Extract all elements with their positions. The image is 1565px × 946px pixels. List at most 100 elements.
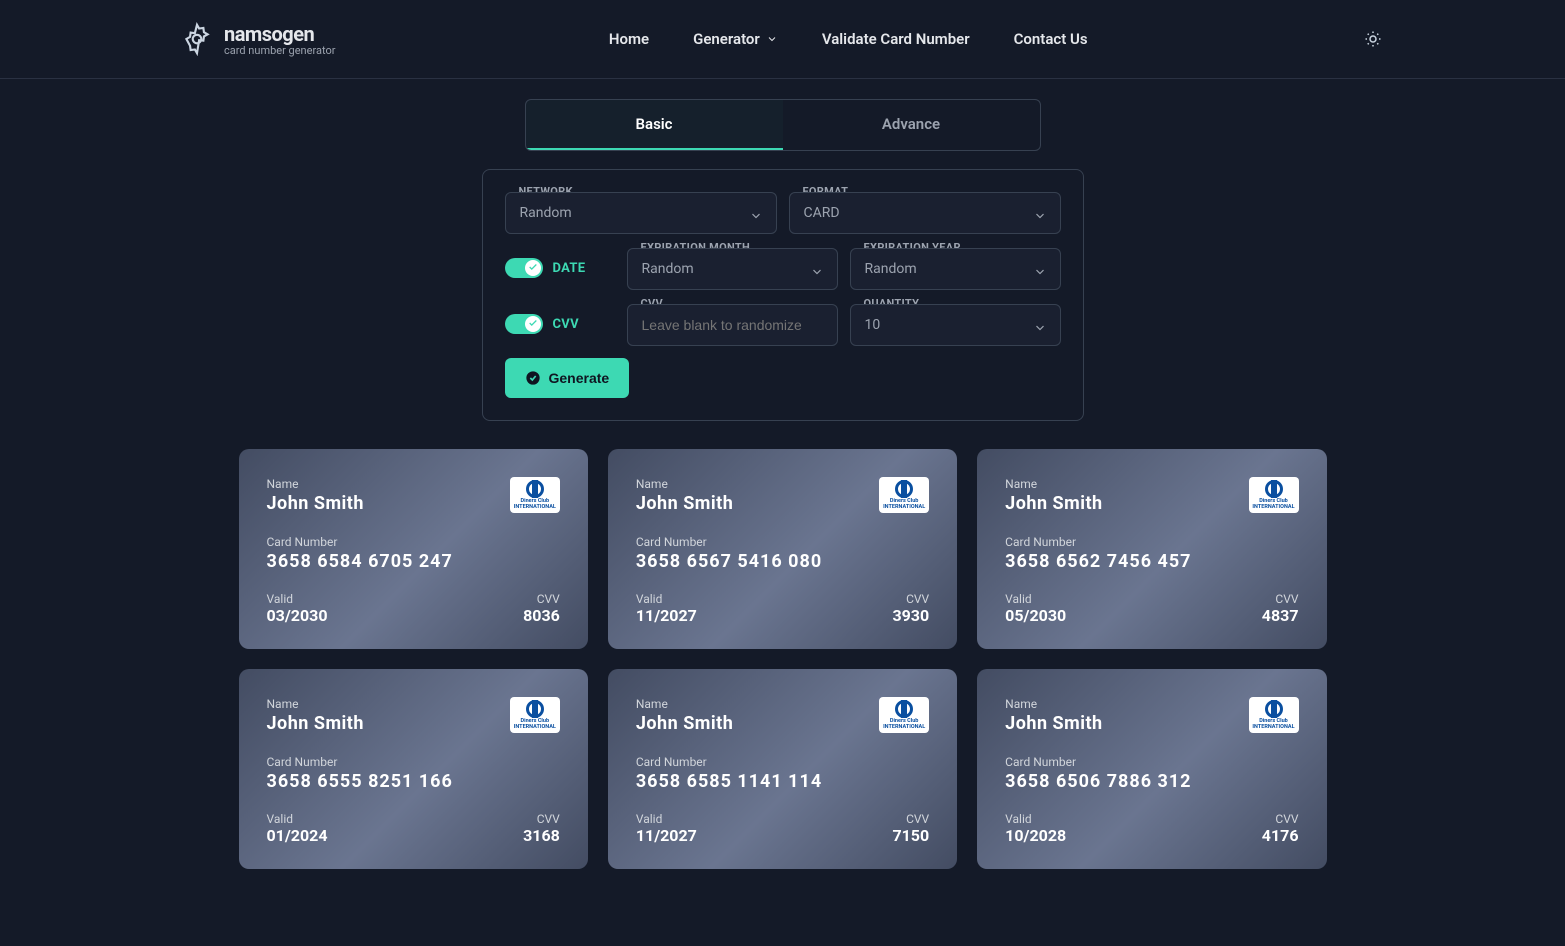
card-valid-value: 05/2030 bbox=[1005, 606, 1066, 625]
tab-basic[interactable]: Basic bbox=[526, 100, 783, 150]
format-select[interactable]: CARD bbox=[789, 192, 1061, 234]
tabs: Basic Advance bbox=[525, 99, 1041, 151]
card-number-label: Card Number bbox=[267, 535, 560, 549]
card-valid-value: 03/2030 bbox=[267, 606, 328, 625]
generate-button[interactable]: Generate bbox=[505, 358, 630, 398]
exp-year-select[interactable]: Random bbox=[850, 248, 1061, 290]
card-cvv-value: 8036 bbox=[523, 606, 560, 625]
exp-year-field: EXPIRATION YEAR Random bbox=[850, 248, 1061, 290]
card-valid-label: Valid bbox=[1005, 592, 1066, 606]
brand-title: namsogen bbox=[224, 22, 335, 46]
card-cvv-value: 7150 bbox=[892, 826, 929, 845]
quantity-field: QUANTITY 10 bbox=[850, 304, 1061, 346]
sun-icon bbox=[1364, 30, 1382, 48]
card-valid-label: Valid bbox=[267, 592, 328, 606]
logo[interactable]: namsogen card number generator bbox=[180, 22, 335, 57]
logo-gear-icon bbox=[180, 22, 214, 56]
card-cvv-value: 4176 bbox=[1262, 826, 1299, 845]
cards-grid: Name John Smith Diners ClubINTERNATIONAL… bbox=[239, 449, 1327, 869]
credit-card: Name John Smith Diners ClubINTERNATIONAL… bbox=[977, 669, 1326, 869]
card-cvv-value: 3168 bbox=[523, 826, 560, 845]
brand-subtitle: card number generator bbox=[224, 44, 335, 57]
nav-generator[interactable]: Generator bbox=[693, 30, 778, 48]
diners-club-logo: Diners ClubINTERNATIONAL bbox=[879, 477, 929, 513]
tab-advance[interactable]: Advance bbox=[783, 100, 1040, 150]
card-cvv-label: CVV bbox=[1275, 812, 1298, 826]
date-toggle[interactable] bbox=[505, 258, 543, 278]
credit-card: Name John Smith Diners ClubINTERNATIONAL… bbox=[608, 669, 957, 869]
card-valid-value: 01/2024 bbox=[267, 826, 328, 845]
card-name-value: John Smith bbox=[636, 493, 733, 514]
card-number-value: 3658 6585 1141 114 bbox=[636, 771, 929, 792]
card-valid-value: 10/2028 bbox=[1005, 826, 1066, 845]
diners-club-logo: Diners ClubINTERNATIONAL bbox=[1249, 697, 1299, 733]
diners-club-logo: Diners ClubINTERNATIONAL bbox=[510, 477, 560, 513]
cvv-toggle-label: CVV bbox=[553, 317, 579, 332]
card-name-label: Name bbox=[1005, 477, 1102, 491]
card-name-value: John Smith bbox=[267, 493, 364, 514]
quantity-value: 10 bbox=[865, 317, 881, 333]
network-select[interactable]: Random bbox=[505, 192, 777, 234]
exp-year-value: Random bbox=[865, 261, 917, 277]
quantity-select[interactable]: 10 bbox=[850, 304, 1061, 346]
format-value: CARD bbox=[804, 205, 840, 221]
card-cvv-value: 3930 bbox=[892, 606, 929, 625]
card-number-value: 3658 6562 7456 457 bbox=[1005, 551, 1298, 572]
card-cvv-label: CVV bbox=[906, 812, 929, 826]
credit-card: Name John Smith Diners ClubINTERNATIONAL… bbox=[239, 449, 588, 649]
main-nav: Home Generator Validate Card Number Cont… bbox=[609, 30, 1088, 48]
network-value: Random bbox=[520, 205, 572, 221]
format-field: FORMAT CARD bbox=[789, 192, 1061, 234]
card-name-label: Name bbox=[636, 697, 733, 711]
card-name-label: Name bbox=[267, 477, 364, 491]
exp-month-value: Random bbox=[642, 261, 694, 277]
date-toggle-block: DATE bbox=[505, 246, 615, 290]
card-number-label: Card Number bbox=[636, 535, 929, 549]
card-number-value: 3658 6506 7886 312 bbox=[1005, 771, 1298, 792]
diners-club-logo: Diners ClubINTERNATIONAL bbox=[510, 697, 560, 733]
card-name-label: Name bbox=[267, 697, 364, 711]
nav-validate[interactable]: Validate Card Number bbox=[822, 30, 970, 48]
diners-club-logo: Diners ClubINTERNATIONAL bbox=[1249, 477, 1299, 513]
credit-card: Name John Smith Diners ClubINTERNATIONAL… bbox=[239, 669, 588, 869]
card-number-label: Card Number bbox=[636, 755, 929, 769]
card-cvv-value: 4837 bbox=[1262, 606, 1299, 625]
card-number-label: Card Number bbox=[267, 755, 560, 769]
form-panel: NETWORK Random FORMAT CARD DATE EXPIRATI… bbox=[482, 169, 1084, 421]
generate-label: Generate bbox=[549, 370, 610, 386]
nav-home[interactable]: Home bbox=[609, 30, 649, 48]
check-circle-icon bbox=[525, 370, 541, 386]
nav-contact[interactable]: Contact Us bbox=[1014, 30, 1088, 48]
card-name-value: John Smith bbox=[267, 713, 364, 734]
nav-generator-label: Generator bbox=[693, 30, 760, 48]
cvv-input[interactable] bbox=[627, 304, 838, 346]
card-number-label: Card Number bbox=[1005, 755, 1298, 769]
card-number-value: 3658 6567 5416 080 bbox=[636, 551, 929, 572]
card-name-value: John Smith bbox=[636, 713, 733, 734]
card-cvv-label: CVV bbox=[906, 592, 929, 606]
card-valid-value: 11/2027 bbox=[636, 826, 697, 845]
cvv-toggle[interactable] bbox=[505, 314, 543, 334]
cvv-toggle-block: CVV bbox=[505, 302, 615, 346]
card-cvv-label: CVV bbox=[1275, 592, 1298, 606]
card-number-value: 3658 6584 6705 247 bbox=[267, 551, 560, 572]
card-valid-label: Valid bbox=[636, 592, 697, 606]
card-number-value: 3658 6555 8251 166 bbox=[267, 771, 560, 792]
exp-month-field: EXPIRATION MONTH Random bbox=[627, 248, 838, 290]
theme-toggle-button[interactable] bbox=[1361, 27, 1385, 51]
card-cvv-label: CVV bbox=[537, 812, 560, 826]
card-name-label: Name bbox=[636, 477, 733, 491]
card-name-value: John Smith bbox=[1005, 713, 1102, 734]
diners-club-logo: Diners ClubINTERNATIONAL bbox=[879, 697, 929, 733]
card-cvv-label: CVV bbox=[537, 592, 560, 606]
card-valid-label: Valid bbox=[267, 812, 328, 826]
card-valid-label: Valid bbox=[1005, 812, 1066, 826]
credit-card: Name John Smith Diners ClubINTERNATIONAL… bbox=[977, 449, 1326, 649]
date-toggle-label: DATE bbox=[553, 261, 586, 276]
credit-card: Name John Smith Diners ClubINTERNATIONAL… bbox=[608, 449, 957, 649]
exp-month-select[interactable]: Random bbox=[627, 248, 838, 290]
card-valid-value: 11/2027 bbox=[636, 606, 697, 625]
chevron-down-icon bbox=[766, 33, 778, 45]
header: namsogen card number generator Home Gene… bbox=[0, 0, 1565, 79]
cvv-field: CVV bbox=[627, 304, 838, 346]
